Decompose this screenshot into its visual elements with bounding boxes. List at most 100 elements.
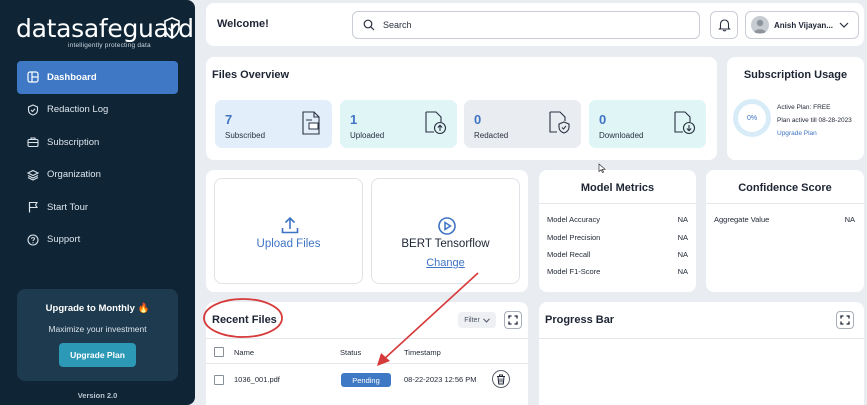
file-name[interactable]: 1036_001.pdf xyxy=(234,375,280,384)
expand-icon xyxy=(508,315,518,325)
plan-details: Active Plan: FREE Plan active till 08-28… xyxy=(777,101,852,140)
metric-row: Model Recall NA xyxy=(547,250,688,259)
active-plan: Active Plan: FREE xyxy=(777,104,831,111)
recent-files-title: Recent Files xyxy=(212,314,277,326)
sidebar-item-label: Subscription xyxy=(47,136,100,148)
delete-button[interactable] xyxy=(492,370,510,388)
files-overview-card: Files Overview 7 Subscribed 1 Uploaded 0… xyxy=(206,57,717,160)
stat-label: Downloaded xyxy=(599,131,644,140)
progress-bar-title: Progress Bar xyxy=(545,314,615,326)
model-name: BERT Tensorflow xyxy=(401,238,490,250)
file-shield-icon xyxy=(549,111,570,134)
change-model-link[interactable]: Change xyxy=(372,257,519,269)
search-input[interactable]: Search xyxy=(352,11,700,39)
metric-value: NA xyxy=(677,215,688,224)
table-row: 1036_001.pdf Pending 08-22-2023 12:56 PM xyxy=(206,365,528,395)
notifications-button[interactable] xyxy=(710,11,738,39)
sidebar: datasafeguard intelligently protecting d… xyxy=(0,0,195,405)
sidebar-item-label: Redaction Log xyxy=(47,104,109,116)
brand-tagline: intelligently protecting data xyxy=(68,42,151,49)
column-header-status: Status xyxy=(340,348,362,357)
filter-button[interactable]: Filter xyxy=(458,312,496,328)
upload-icon xyxy=(281,216,299,234)
column-header-timestamp: Timestamp xyxy=(404,348,441,357)
metric-row: Model Accuracy NA xyxy=(547,215,688,224)
sidebar-item-subscription[interactable]: Subscription xyxy=(17,126,178,159)
confidence-value: NA xyxy=(844,215,855,224)
metric-value: NA xyxy=(677,267,688,276)
metric-row: Model Precision NA xyxy=(547,233,688,242)
brand-logo[interactable]: datasafeguard intelligently protecting d… xyxy=(16,14,194,54)
expand-button[interactable] xyxy=(836,311,854,329)
help-circle-icon xyxy=(27,234,39,246)
divider xyxy=(706,203,864,204)
progress-bar-card: Progress Bar xyxy=(539,302,864,405)
model-metrics-title: Model Metrics xyxy=(580,182,655,194)
sidebar-item-dashboard[interactable]: Dashboard xyxy=(17,61,178,94)
layers-icon xyxy=(27,169,39,181)
play-circle-icon xyxy=(438,217,456,235)
sidebar-nav: Dashboard Redaction Log Subscription Org… xyxy=(17,61,178,256)
trash-icon xyxy=(497,374,505,384)
stat-label: Subscribed xyxy=(225,131,266,140)
flag-icon xyxy=(27,201,39,213)
row-checkbox[interactable] xyxy=(214,375,224,385)
confidence-score-title: Confidence Score xyxy=(738,182,832,194)
sidebar-item-redaction-log[interactable]: Redaction Log xyxy=(17,94,178,127)
metric-value: NA xyxy=(677,250,688,259)
stat-uploaded[interactable]: 1 Uploaded xyxy=(340,100,457,148)
sidebar-item-start-tour[interactable]: Start Tour xyxy=(17,191,178,224)
stat-label: Uploaded xyxy=(350,131,385,140)
mouse-cursor-icon xyxy=(598,163,606,173)
stat-label: Redacted xyxy=(474,131,509,140)
files-overview-title: Files Overview xyxy=(212,69,290,81)
version-label: Version 2.0 xyxy=(77,391,118,400)
stat-value: 7 xyxy=(225,112,233,127)
select-all-checkbox[interactable] xyxy=(214,347,224,357)
divider xyxy=(539,338,864,339)
upgrade-subtitle: Maximize your investment xyxy=(48,324,147,334)
upgrade-plan-link[interactable]: Upgrade Plan xyxy=(777,127,852,140)
usage-percent: 0% xyxy=(746,114,758,122)
expand-button[interactable] xyxy=(504,311,522,329)
stat-downloaded[interactable]: 0 Downloaded xyxy=(589,100,706,148)
stat-value: 0 xyxy=(474,112,482,127)
divider xyxy=(539,203,696,204)
column-header-name: Name xyxy=(234,348,255,357)
plan-active-till: Plan active till 08-28-2023 xyxy=(777,117,852,124)
sidebar-item-label: Start Tour xyxy=(47,201,89,213)
confidence-score-card: Confidence Score Aggregate Value NA xyxy=(706,170,864,292)
avatar xyxy=(751,16,769,34)
subscription-usage-card: Subscription Usage 0% Active Plan: FREE … xyxy=(727,57,864,160)
shield-check-icon xyxy=(27,104,39,116)
stat-value: 0 xyxy=(599,112,607,127)
metric-row: Model F1-Score NA xyxy=(547,267,688,276)
upgrade-title: Upgrade to Monthly 🔥 xyxy=(45,303,150,314)
file-timestamp: 08-22-2023 12:56 PM xyxy=(404,375,477,384)
sidebar-item-label: Dashboard xyxy=(47,71,97,83)
upload-files-box[interactable]: Upload Files xyxy=(214,178,363,284)
usage-ring: 0% xyxy=(733,99,771,137)
status-badge: Pending xyxy=(341,373,391,387)
stat-redacted[interactable]: 0 Redacted xyxy=(464,100,581,148)
expand-icon xyxy=(840,315,850,325)
upgrade-card: Upgrade to Monthly 🔥 Maximize your inves… xyxy=(17,289,178,381)
upgrade-plan-button[interactable]: Upgrade Plan xyxy=(59,343,136,367)
upload-files-label: Upload Files xyxy=(256,238,321,250)
document-icon xyxy=(302,111,320,135)
recent-files-card: Recent Files Filter Name Status Timestam… xyxy=(206,302,528,405)
upload-model-card: Upload Files BERT Tensorflow Change xyxy=(206,170,528,292)
model-selector-box: BERT Tensorflow Change xyxy=(371,178,520,284)
search-placeholder: Search xyxy=(383,20,412,30)
metric-label: Model Precision xyxy=(547,233,601,242)
user-menu[interactable]: Anish Vijayan... xyxy=(745,11,859,39)
sidebar-item-organization[interactable]: Organization xyxy=(17,159,178,192)
file-download-icon xyxy=(674,111,696,135)
stat-subscribed[interactable]: 7 Subscribed xyxy=(215,100,332,148)
sidebar-item-support[interactable]: Support xyxy=(17,224,178,257)
metric-label: Model F1-Score xyxy=(547,267,601,276)
table-header: Name Status Timestamp xyxy=(206,338,528,364)
confidence-label: Aggregate Value xyxy=(714,215,770,224)
file-upload-icon xyxy=(425,111,447,135)
metric-label: Model Recall xyxy=(547,250,591,259)
